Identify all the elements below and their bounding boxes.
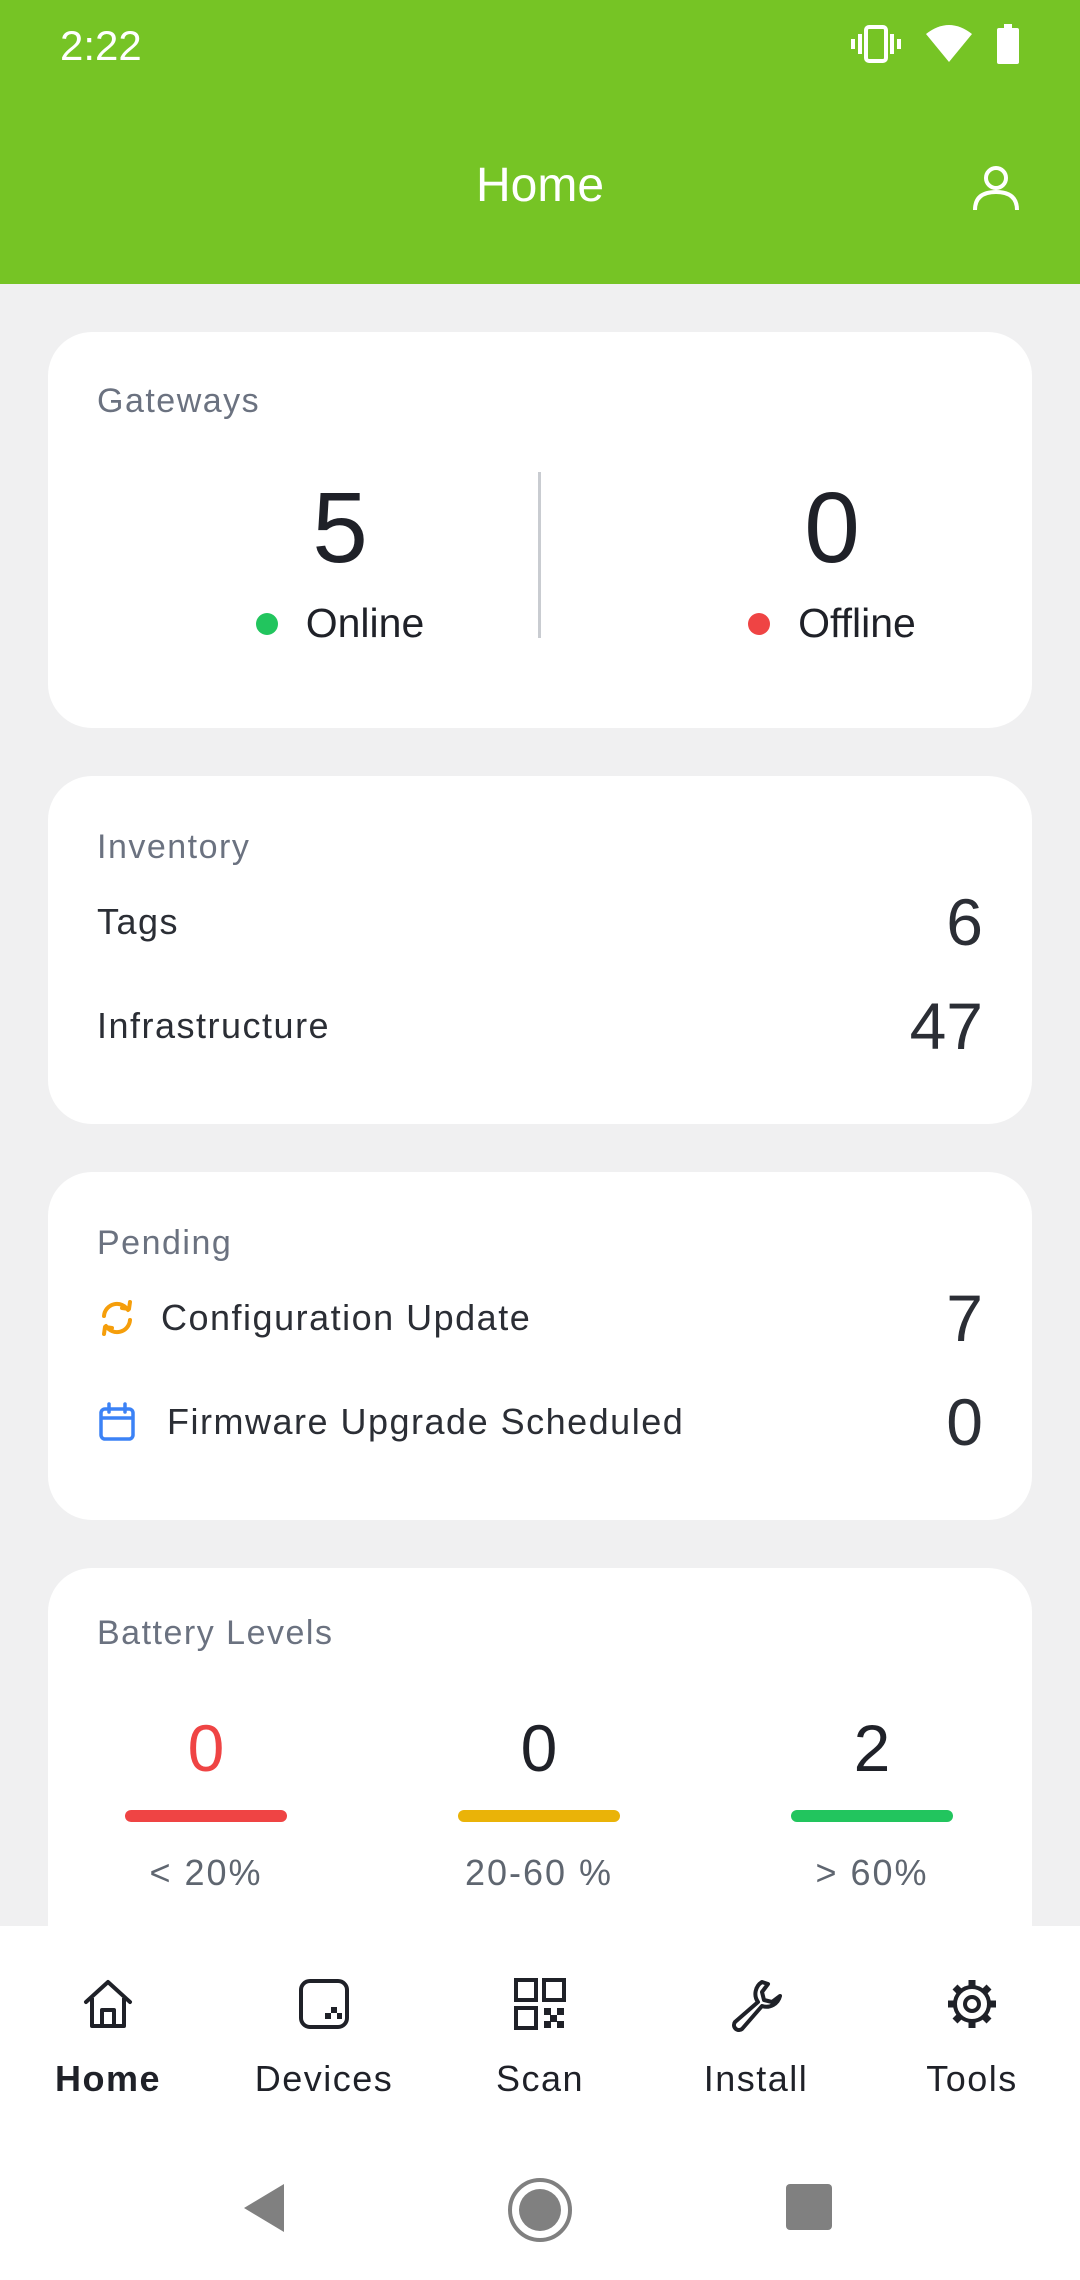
gear-icon [872,1974,1072,2034]
battery-high-count: 2 [853,1711,891,1785]
home-circle-icon[interactable] [506,2176,574,2249]
offline-count: 0 [804,472,860,584]
status-bar: 2:22 [0,0,1080,96]
battery-level-medium[interactable]: 0 20-60 % [454,1708,624,1894]
battery-levels-title: Battery Levels [97,1614,334,1652]
infrastructure-label: Infrastructure [97,1005,331,1046]
recents-icon[interactable] [786,2184,832,2235]
nav-label-install: Install [703,2058,809,2099]
online-status-dot [255,612,278,635]
battery-low-count: 0 [187,1711,225,1785]
battery-medium-range: 20-60 % [464,1852,614,1893]
nav-item-home[interactable]: Home [8,1974,208,2100]
gateways-title: Gateways [97,382,261,420]
firmware-upgrade-value: 0 [946,1385,983,1459]
gateways-online[interactable]: 5 Online [130,472,550,647]
configuration-update-label: Configuration Update [161,1297,532,1338]
inventory-row-infrastructure[interactable]: Infrastructure 47 [97,988,983,1064]
configuration-update-value: 7 [946,1281,983,1355]
status-icons [850,24,1020,69]
offline-label: Offline [798,600,916,646]
inventory-title: Inventory [97,828,251,866]
gateways-card[interactable]: Gateways 5 Online 0 Offline [48,332,1032,728]
nav-item-tools[interactable]: Tools [872,1974,1072,2100]
nav-item-install[interactable]: Install [656,1974,856,2100]
system-navigation-bar [0,2130,1080,2280]
infrastructure-value: 47 [909,989,983,1063]
online-label: Online [305,600,425,646]
qr-code-icon [440,1974,640,2034]
nav-label-devices: Devices [254,2058,394,2099]
battery-high-range: > 60% [815,1852,929,1893]
app-bar: Home [0,96,1080,284]
nav-item-scan[interactable]: Scan [440,1974,640,2100]
offline-status-dot [748,612,771,635]
profile-icon [970,162,1022,219]
online-count: 5 [312,472,368,584]
gateways-offline[interactable]: 0 Offline [622,472,1042,647]
battery-level-high[interactable]: 2 > 60% [787,1708,957,1894]
battery-low-range: < 20% [149,1852,263,1893]
pending-card[interactable]: Pending Configuration Update 7 Firmware … [48,1172,1032,1520]
bottom-navigation: Home Devices Scan Install Tools [0,1926,1080,2130]
pending-title: Pending [97,1224,233,1262]
pending-row-configuration[interactable]: Configuration Update 7 [97,1280,983,1356]
profile-button[interactable] [964,158,1028,222]
battery-levels-card[interactable]: Battery Levels 0 < 20% 0 20-60 % 2 > 60% [48,1568,1032,1988]
gateways-divider [538,472,541,638]
nav-label-scan: Scan [495,2058,585,2099]
battery-high-bar [791,1810,953,1822]
inventory-card[interactable]: Inventory Tags 6 Infrastructure 47 [48,776,1032,1124]
tags-label: Tags [97,901,180,942]
page-title: Home [475,159,605,212]
back-icon[interactable] [240,2182,288,2239]
wifi-icon [924,24,974,69]
status-time: 2:22 [60,22,142,69]
battery-level-low[interactable]: 0 < 20% [121,1708,291,1894]
nav-label-tools: Tools [926,2058,1018,2099]
inventory-row-tags[interactable]: Tags 6 [97,884,983,960]
battery-medium-count: 0 [520,1711,558,1785]
firmware-upgrade-label: Firmware Upgrade Scheduled [167,1401,685,1442]
devices-icon [224,1974,424,2034]
battery-medium-bar [458,1810,620,1822]
nav-item-devices[interactable]: Devices [224,1974,424,2100]
calendar-icon [97,1402,137,1442]
nav-label-home: Home [54,2058,162,2099]
vibrate-icon [850,24,902,69]
battery-low-bar [125,1810,287,1822]
home-icon [8,1974,208,2034]
tags-value: 6 [946,885,983,959]
refresh-icon [97,1298,137,1338]
wrench-icon [656,1974,856,2034]
battery-icon [996,24,1020,69]
pending-row-firmware[interactable]: Firmware Upgrade Scheduled 0 [97,1384,983,1460]
